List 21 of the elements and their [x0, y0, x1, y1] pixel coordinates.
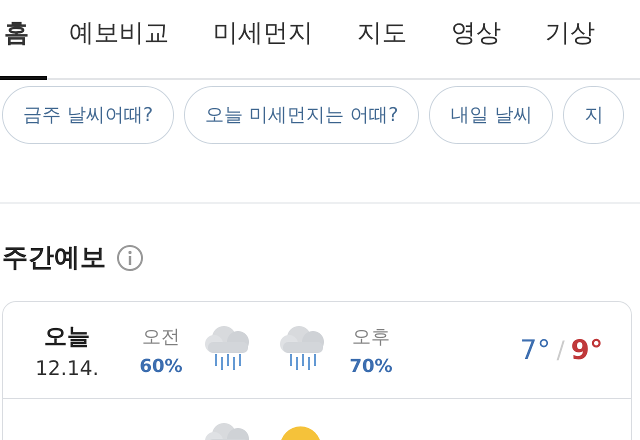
section-title: 주간예보 [2, 242, 106, 275]
nav-tab[interactable]: 지도 [335, 0, 429, 80]
suggestion-chip[interactable]: 내일 날씨 [429, 86, 554, 144]
suggestion-chip[interactable]: 금주 날씨어때? [2, 86, 174, 144]
nav-tab[interactable]: 홈 [0, 0, 47, 80]
rain-chance: 60% [139, 356, 183, 376]
low-temperature: 7° [520, 334, 551, 366]
suggestion-chip[interactable]: 오늘 미세먼지는 어때? [184, 86, 420, 144]
day-date: 12.14. [35, 356, 99, 380]
nav-tab[interactable]: 미세먼지 [191, 0, 335, 80]
nav-tab[interactable]: 영상 [429, 0, 523, 80]
suggestion-chip[interactable]: 지 [563, 86, 624, 144]
day-name: 오늘 [44, 322, 90, 352]
high-temperature: 9° [570, 334, 603, 366]
period-label: 오후 [352, 324, 390, 350]
rain-chance: 70% [349, 356, 393, 376]
separator-slash: / [556, 336, 565, 364]
nav-tab[interactable]: 기상 [523, 0, 617, 80]
period-label: 오전 [142, 324, 180, 350]
nav-tab[interactable]: 예보비교 [47, 0, 191, 80]
info-icon[interactable] [116, 244, 144, 272]
